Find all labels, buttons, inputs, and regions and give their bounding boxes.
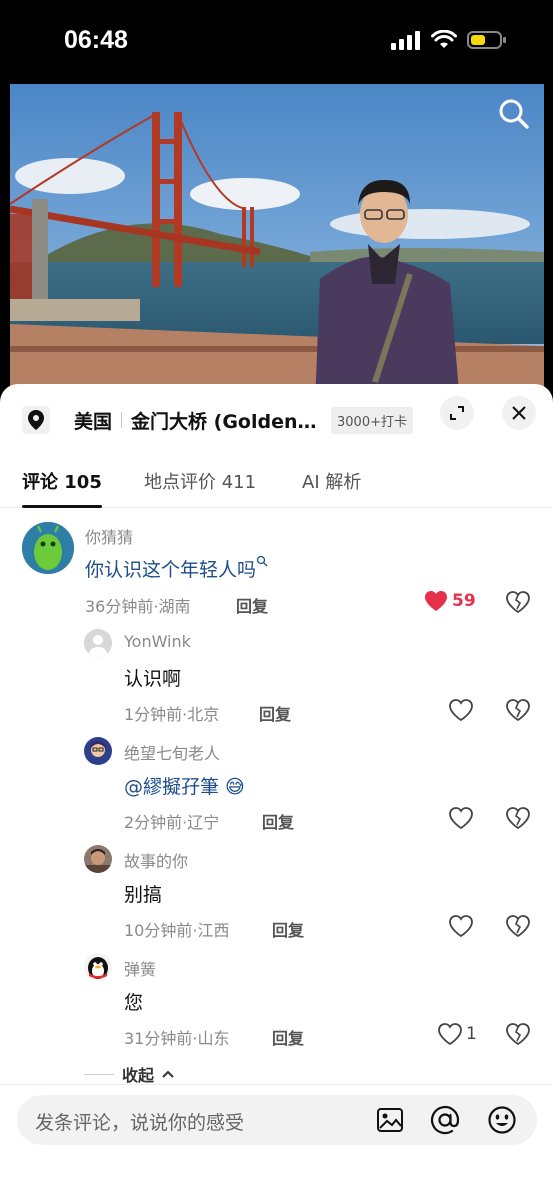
location-pin-icon — [22, 406, 50, 434]
reply-item: 故事的你 别搞 10分钟前·江西 回复 — [0, 842, 553, 942]
image-icon — [377, 1108, 403, 1132]
heart-icon — [449, 699, 473, 721]
comment-time-location: 2分钟前·辽宁 — [124, 813, 220, 832]
expand-icon — [450, 406, 464, 420]
comment-time-location: 10分钟前·江西 — [124, 921, 230, 940]
heart-icon — [449, 807, 473, 829]
reply-button[interactable]: 回复 — [272, 1025, 304, 1049]
comment-author[interactable]: 故事的你 — [124, 848, 188, 872]
comment-author[interactable]: 弹簧 — [124, 956, 156, 980]
tab-place-reviews[interactable]: 地点评价 411 — [144, 468, 256, 494]
dislike-heart-icon[interactable] — [506, 807, 530, 829]
close-button[interactable] — [502, 396, 536, 430]
avatar[interactable] — [84, 845, 112, 873]
avatar[interactable] — [84, 953, 112, 981]
image-button[interactable] — [374, 1104, 406, 1136]
comment-text[interactable]: @繆擬孖筆 😅 — [124, 772, 245, 799]
tab-bar: 评论 105 地点评价 411 AI 解析 — [0, 464, 553, 508]
reply-item: YonWink 认识啊 1分钟前·北京 回复 — [0, 626, 553, 726]
reply-button[interactable]: 回复 — [259, 701, 291, 725]
like-button[interactable] — [449, 807, 473, 829]
comments-sheet: 美国 金门大桥 (Golden... 3000+打卡 评论 105 地点评价 4… — [0, 384, 553, 1200]
like-count: 59 — [452, 591, 476, 611]
comment-text[interactable]: 别搞 — [124, 880, 162, 907]
comment-time-location: 36分钟前·湖南 — [85, 597, 191, 616]
checkin-badge: 3000+打卡 — [331, 406, 413, 434]
like-button[interactable]: 59 — [424, 590, 476, 612]
status-bar: 06:48 — [0, 0, 553, 84]
like-button[interactable] — [449, 699, 473, 721]
dislike-heart-icon[interactable] — [506, 699, 530, 721]
comment-input-bar: 发条评论，说说你的感受 — [0, 1084, 553, 1200]
collapse-label: 收起 — [122, 1066, 155, 1085]
like-button[interactable] — [449, 915, 473, 937]
heart-icon — [438, 1023, 462, 1045]
emoji-button[interactable] — [486, 1104, 518, 1136]
comment-time-location: 31分钟前·山东 — [124, 1029, 230, 1048]
collapse-divider — [84, 1073, 114, 1075]
comment-text[interactable]: 认识啊 — [124, 664, 181, 691]
reply-item: 弹簧 您 31分钟前·山东 回复 1 — [0, 950, 553, 1050]
comment-text[interactable]: 你认识这个年轻人吗 — [85, 555, 268, 582]
wifi-icon — [431, 30, 457, 48]
avatar[interactable] — [84, 737, 112, 765]
tab-comments[interactable]: 评论 105 — [22, 468, 102, 494]
status-time: 06:48 — [64, 26, 128, 54]
reply-button[interactable]: 回复 — [236, 593, 268, 617]
location-photo[interactable] — [10, 84, 544, 404]
signal-icon — [391, 31, 420, 50]
battery-icon — [467, 31, 506, 49]
reply-button[interactable]: 回复 — [262, 809, 294, 833]
dislike-heart-icon[interactable] — [506, 1023, 530, 1045]
comment-item: 你猜猜 你认识这个年轻人吗 36分钟前·湖南 回复 59 — [0, 518, 553, 618]
emoji-icon — [488, 1106, 516, 1134]
comment-input-placeholder: 发条评论，说说你的感受 — [35, 1112, 245, 1134]
active-tab-indicator — [22, 505, 102, 508]
location-country: 美国 — [74, 410, 113, 433]
reply-button[interactable]: 回复 — [272, 917, 304, 941]
comment-author[interactable]: 你猜猜 — [85, 524, 133, 548]
heart-icon — [425, 591, 447, 611]
close-icon — [512, 406, 526, 420]
search-hint-icon — [256, 555, 268, 567]
like-count: 1 — [466, 1024, 477, 1044]
collapse-replies-button[interactable]: 收起 — [84, 1062, 174, 1086]
heart-icon — [449, 915, 473, 937]
location-name: 金门大桥 (Golden... — [131, 410, 320, 433]
status-icons — [391, 30, 507, 50]
search-icon[interactable] — [496, 96, 532, 132]
at-icon — [430, 1105, 460, 1135]
comment-input[interactable]: 发条评论，说说你的感受 — [17, 1095, 537, 1145]
comment-text-content: 你认识这个年轻人吗 — [85, 559, 257, 581]
like-button[interactable]: 1 — [438, 1023, 477, 1045]
chevron-up-icon — [162, 1070, 174, 1078]
comment-author[interactable]: YonWink — [124, 632, 191, 651]
comment-author[interactable]: 绝望七旬老人 — [124, 740, 220, 764]
mention-button[interactable] — [429, 1104, 461, 1136]
comment-text[interactable]: 您 — [124, 988, 143, 1015]
comment-time-location: 1分钟前·北京 — [124, 705, 220, 724]
expand-button[interactable] — [440, 396, 474, 430]
dislike-heart-icon[interactable] — [506, 915, 530, 937]
dislike-heart-icon[interactable] — [506, 591, 530, 613]
tab-ai-analysis[interactable]: AI 解析 — [302, 468, 361, 494]
location-separator — [121, 412, 123, 428]
reply-item: 绝望七旬老人 @繆擬孖筆 😅 2分钟前·辽宁 回复 — [0, 734, 553, 834]
avatar[interactable] — [84, 629, 112, 657]
avatar[interactable] — [22, 522, 74, 574]
